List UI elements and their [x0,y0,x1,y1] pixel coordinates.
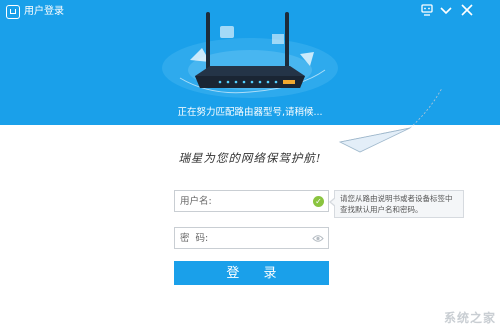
chevron-down-icon [440,7,452,15]
username-input[interactable] [180,193,300,209]
eye-icon[interactable] [312,233,324,244]
close-icon [461,4,473,16]
watermark-logo: 系统之家 [443,311,496,325]
check-icon: ✓ [313,196,324,207]
password-field[interactable] [174,227,329,249]
paper-plane-icon [338,87,443,153]
router-illustration [162,12,338,98]
slogan-text: 瑞星为您的网络保驾护航! [178,151,322,165]
close-button[interactable] [458,3,476,21]
username-field[interactable]: ✓ [174,190,329,212]
window-title: 用户登录 [24,6,64,17]
help-tooltip: 请您从路由说明书或者设备标签中查找默认用户名和密码。 [329,190,464,218]
app-logo-icon [6,5,20,19]
password-input[interactable] [180,230,300,246]
skin-icon[interactable] [418,3,436,21]
shirt-icon [421,4,433,16]
login-window: 用户登录 正在努力匹配路由器型号,请稍候... 瑞星为您的网络保驾护航! 用户名… [0,0,500,328]
minimize-button[interactable] [437,3,455,21]
login-button[interactable]: 登 录 [174,261,329,285]
